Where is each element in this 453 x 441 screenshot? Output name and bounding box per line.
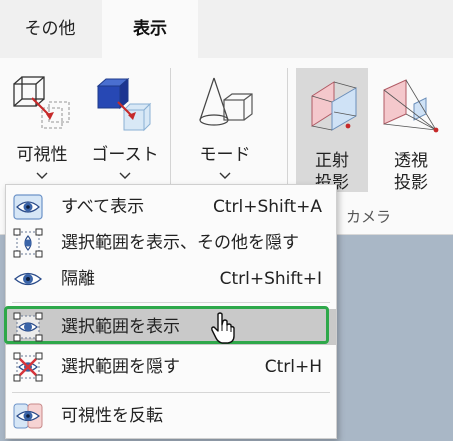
menu-item-label: 選択範囲を隠す (61, 357, 180, 377)
isolate-selection-icon (13, 228, 43, 258)
menu-item-show-selection-hide-others[interactable]: 選択範囲を表示、その他を隠す (6, 225, 336, 261)
perspective-projection-button[interactable]: 透視 投影 (374, 68, 448, 193)
menu-item-show-all[interactable]: すべて表示 Ctrl+Shift+A (6, 189, 336, 225)
menu-separator (12, 392, 330, 393)
tab-view[interactable]: 表示 (102, 0, 198, 58)
cone-cube-icon (199, 77, 253, 126)
ghost-button[interactable]: ゴースト (84, 68, 166, 188)
eye-icon (13, 194, 43, 220)
menu-item-label: すべて表示 (61, 197, 145, 217)
orthographic-projection-icon (311, 81, 357, 131)
menu-item-show-selection[interactable]: 選択範囲を表示 (4, 306, 336, 345)
tab-other[interactable]: その他 (0, 0, 100, 58)
menu-item-shortcut: Ctrl+Shift+A (212, 197, 322, 217)
show-selection-icon (13, 312, 43, 342)
eye-icon (13, 272, 43, 286)
camera-group-label: カメラ (346, 208, 392, 226)
menu-item-label: 選択範囲を表示、その他を隠す (61, 233, 299, 253)
visibility-button[interactable]: 可視性 (0, 68, 84, 188)
menu-item-label: 可視性を反転 (61, 406, 163, 426)
mode-label: モード (199, 145, 251, 165)
ghost-label: ゴースト (91, 145, 159, 165)
mode-button[interactable]: モード (180, 68, 270, 188)
menu-item-hide-selection[interactable]: 選択範囲を隠す Ctrl+H (6, 349, 336, 385)
visibility-cube-icon (13, 76, 70, 129)
chevron-down-icon (219, 172, 231, 179)
menu-item-shortcut: Ctrl+Shift+I (219, 269, 322, 289)
perspective-label-line2: 投影 (394, 173, 428, 193)
invert-visibility-icon (13, 403, 43, 429)
chevron-down-icon (36, 172, 48, 179)
menu-separator (12, 302, 330, 303)
ribbon-tab-bar: その他 表示 (0, 0, 453, 58)
perspective-projection-icon (383, 79, 439, 133)
chevron-down-icon (119, 172, 131, 179)
hide-selection-icon (13, 352, 43, 382)
visibility-label: 可視性 (16, 145, 68, 165)
ghost-cube-icon (96, 77, 152, 132)
menu-item-label: 隔離 (61, 269, 95, 289)
menu-item-invert-visibility[interactable]: 可視性を反転 (6, 398, 336, 434)
menu-item-isolate[interactable]: 隔離 Ctrl+Shift+I (6, 261, 336, 297)
visibility-dropdown-menu: すべて表示 Ctrl+Shift+A 選択範囲を表示、その他を隠す 隔離 Ctr… (4, 184, 337, 439)
orthographic-projection-button[interactable]: 正射 投影 (296, 68, 368, 193)
hand-cursor-icon (211, 312, 235, 344)
menu-item-label: 選択範囲を表示 (61, 317, 180, 337)
menu-item-shortcut: Ctrl+H (264, 357, 322, 377)
